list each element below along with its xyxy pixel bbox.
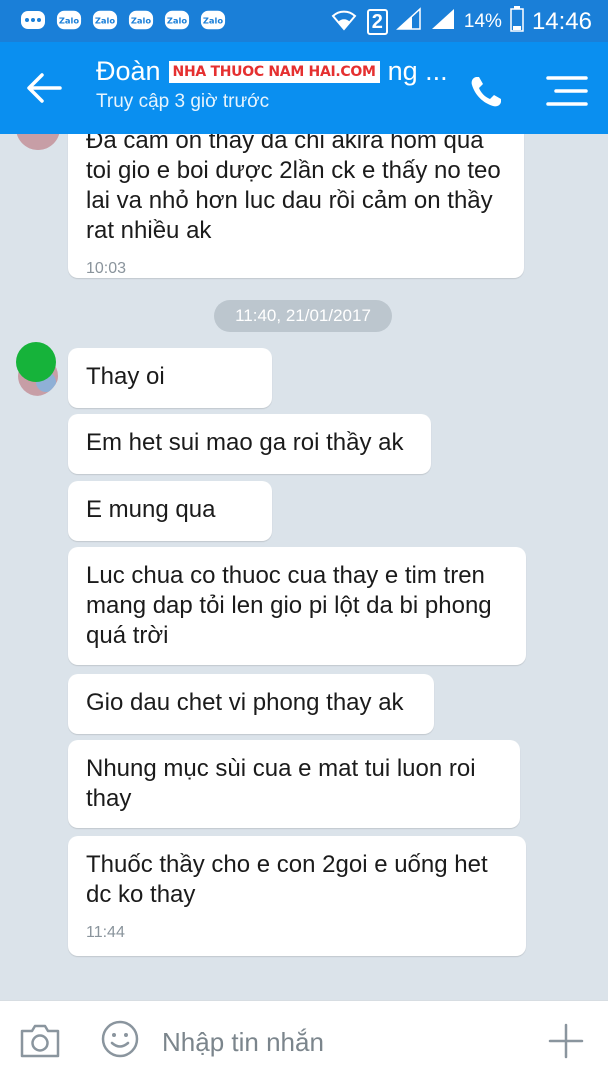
contact-name: Đoàn NHA THUOC NAM HAI.COM ng ... (96, 56, 448, 87)
message-input[interactable] (160, 1019, 524, 1065)
notification-icons: Zalo Zalo Zalo Zalo Zalo (20, 8, 226, 32)
menu-button[interactable] (546, 74, 588, 108)
back-button[interactable] (22, 68, 68, 108)
composer-bar (0, 1000, 608, 1081)
camera-button[interactable] (18, 1021, 62, 1061)
avatar[interactable] (16, 134, 60, 150)
back-arrow-icon (27, 73, 62, 103)
message-bubble[interactable]: Em het sui mao ga roi thầy ak (68, 414, 431, 474)
contact-name-end: ng ... (387, 56, 448, 86)
message-text: Thuốc thầy cho e con 2goi e uống het dc … (86, 851, 488, 908)
svg-text:Zalo: Zalo (95, 16, 116, 26)
more-notifications-icon (20, 8, 46, 32)
svg-text:Zalo: Zalo (131, 16, 152, 26)
message-text-partial: Đa cam on thay đa chi akira hom qua (86, 134, 506, 156)
message-bubble[interactable]: Thuốc thầy cho e con 2goi e uống het dc … (68, 836, 526, 956)
camera-icon (20, 1024, 60, 1058)
battery-icon (510, 6, 524, 38)
message-bubble[interactable]: E mung qua (68, 481, 272, 541)
signal-icon (395, 7, 422, 37)
date-divider: 11:40, 21/01/2017 (214, 300, 392, 332)
zalo-notification-icon: Zalo (164, 8, 190, 32)
clock: 14:46 (531, 8, 592, 35)
message-text: toi gio e boi dược 2lần ck e thấy no teo… (86, 157, 501, 244)
zalo-notification-icon: Zalo (200, 8, 226, 32)
message-time: 11:44 (86, 924, 125, 941)
message-partial-line: Đa cam on thay đa chi akira hom qua (86, 134, 484, 154)
zalo-notification-icon: Zalo (56, 8, 82, 32)
signal-icon-2 (430, 7, 456, 37)
message-bubble[interactable]: Thay oi (68, 348, 272, 408)
call-button[interactable] (466, 72, 506, 112)
battery-percent: 14% (463, 11, 502, 32)
more-options-button[interactable] (546, 1021, 586, 1061)
sim-indicator: 2 (366, 9, 388, 35)
wifi-icon (329, 7, 359, 37)
zalo-notification-icon: Zalo (92, 8, 118, 32)
status-right: 2 14% 14:46 (329, 6, 592, 38)
message-bubble[interactable]: Đa cam on thay đa chi akira hom qua toi … (68, 134, 524, 278)
avatar[interactable] (12, 340, 60, 396)
message-text: Gio dau chet vi phong thay ak (86, 689, 404, 716)
plus-icon (548, 1023, 584, 1059)
message-list[interactable]: Đa cam on thay đa chi akira hom qua toi … (0, 134, 608, 1000)
sim-label: 2 (371, 11, 383, 33)
status-bar: Zalo Zalo Zalo Zalo Zalo 2 14% 14:46 (0, 0, 608, 42)
message-text: E mung qua (86, 496, 216, 523)
svg-text:Zalo: Zalo (167, 16, 188, 26)
last-seen: Truy cập 3 giờ trước (96, 91, 270, 112)
message-text: Luc chua co thuoc cua thay e tim tren ma… (86, 562, 492, 649)
chat-header: Đoàn NHA THUOC NAM HAI.COM ng ... Truy c… (0, 42, 608, 134)
emoji-button[interactable] (100, 1019, 140, 1059)
emoji-icon (101, 1020, 139, 1058)
message-bubble[interactable]: Luc chua co thuoc cua thay e tim tren ma… (68, 547, 526, 665)
message-text: Em het sui mao ga roi thầy ak (86, 429, 404, 456)
message-text: Thay oi (86, 363, 165, 390)
message-text: Nhung mục sùi cua e mat tui luon roi tha… (86, 755, 476, 812)
contact-info[interactable]: Đoàn NHA THUOC NAM HAI.COM ng ... Truy c… (96, 56, 448, 113)
menu-icon (546, 76, 588, 106)
contact-name-start: Đoàn (96, 56, 161, 86)
zalo-notification-icon: Zalo (128, 8, 154, 32)
svg-text:Zalo: Zalo (203, 16, 224, 26)
phone-icon (471, 77, 501, 107)
svg-text:Zalo: Zalo (59, 16, 80, 26)
message-bubble[interactable]: Gio dau chet vi phong thay ak (68, 674, 434, 734)
message-time: 10:03 (86, 260, 127, 277)
message-bubble[interactable]: Nhung mục sùi cua e mat tui luon roi tha… (68, 740, 520, 828)
watermark: NHA THUOC NAM HAI.COM (168, 60, 380, 83)
